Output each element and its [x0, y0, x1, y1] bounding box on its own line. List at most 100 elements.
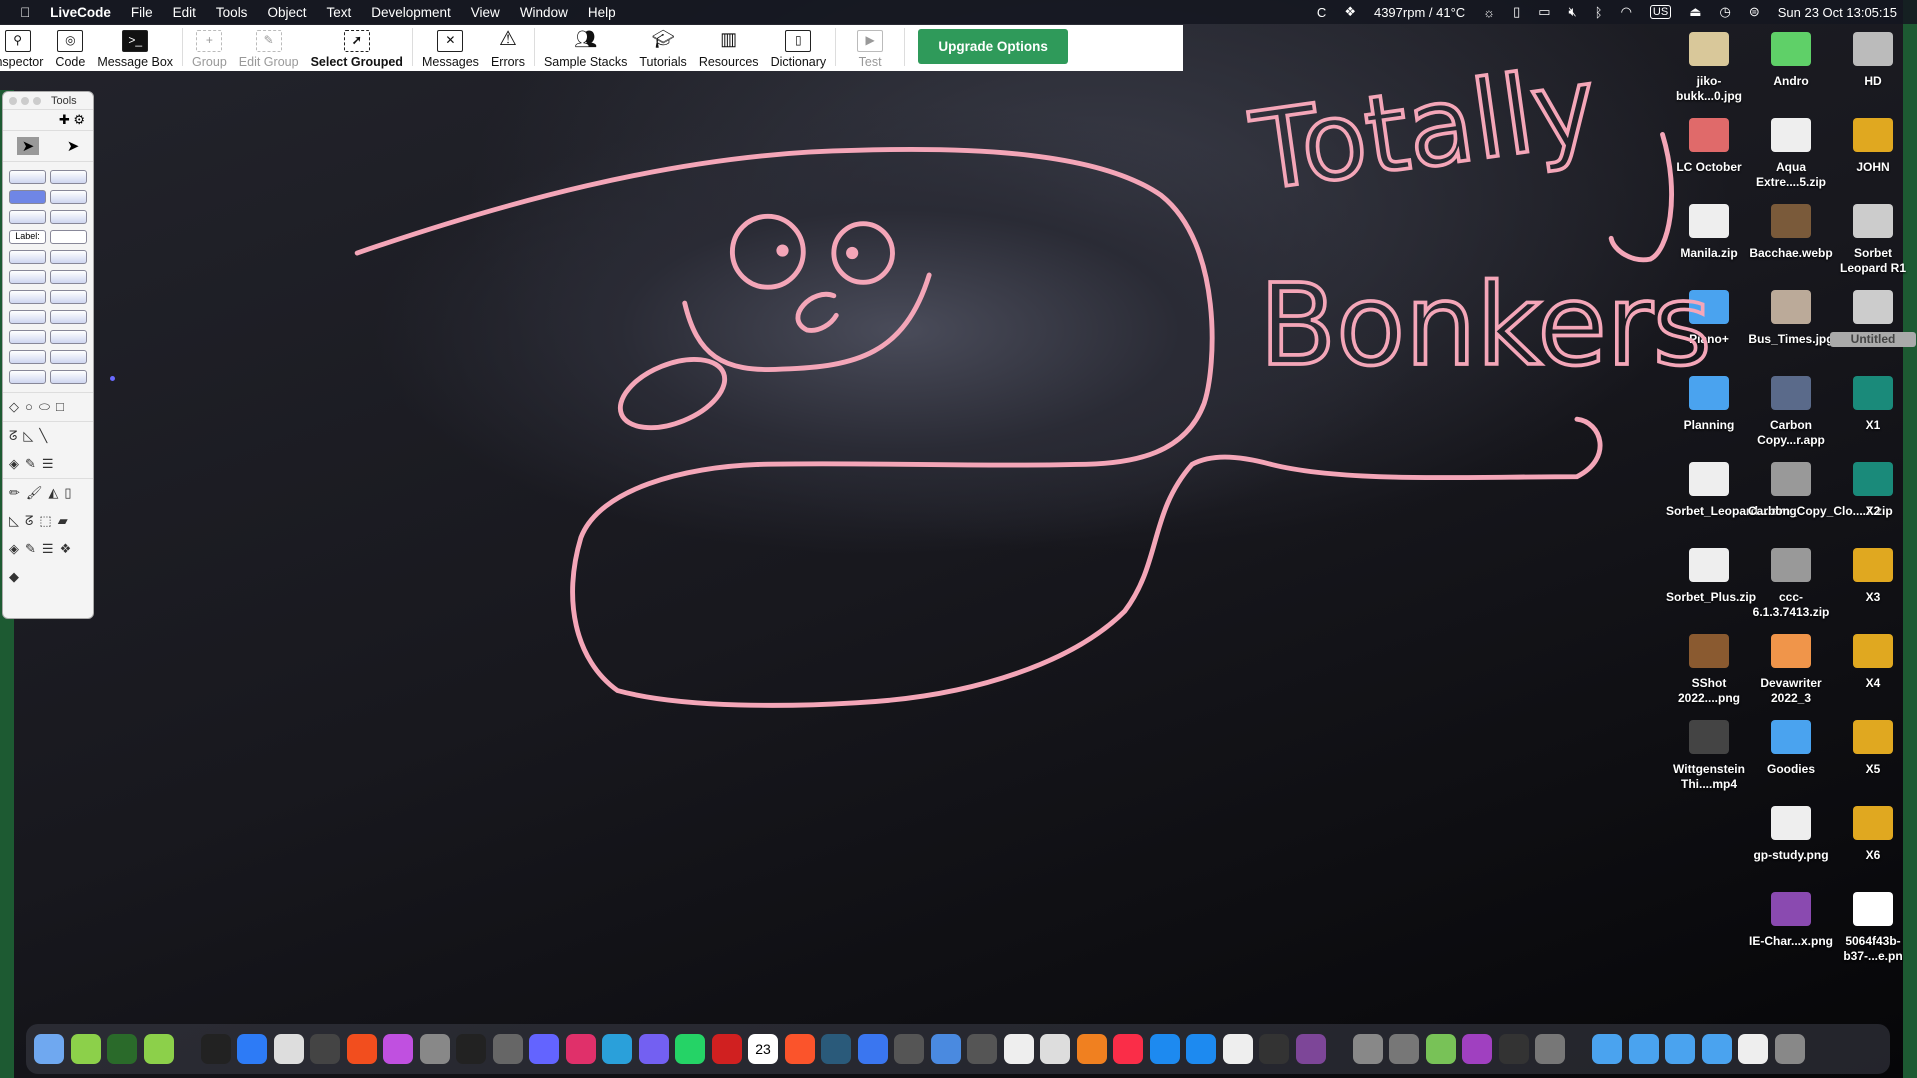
dock-mastodon-icon[interactable] — [529, 1034, 559, 1064]
desktop-icon[interactable]: Andro — [1748, 32, 1834, 89]
display-icon[interactable]: ▭ — [1538, 4, 1550, 20]
pulldown-tool[interactable] — [50, 290, 87, 304]
dock-calculator-icon[interactable] — [492, 1034, 523, 1064]
toolbar-sample-stacks[interactable]: 👥︎ Sample Stacks — [538, 25, 633, 70]
dock-slack-icon[interactable] — [565, 1034, 596, 1064]
dock-livecode-icon[interactable] — [107, 1034, 137, 1064]
pencil-icon[interactable]: ✏ — [9, 485, 20, 501]
brightness-icon[interactable]: ☼ — [1483, 5, 1495, 20]
dropper-icon[interactable]: ◆ — [9, 569, 19, 585]
clock[interactable]: Sun 23 Oct 13:05:15 — [1778, 5, 1897, 20]
menu-development[interactable]: Development — [361, 5, 461, 20]
dock-keyboard-icon[interactable] — [1259, 1034, 1289, 1064]
dock-viber-icon[interactable] — [638, 1034, 669, 1064]
desktop-icon[interactable]: gp-study.png — [1748, 806, 1834, 863]
menu-app[interactable]: LiveCode — [40, 5, 121, 20]
desktop-icon[interactable]: SShot 2022....png — [1666, 634, 1752, 706]
rectangle-button-tool[interactable] — [9, 210, 46, 224]
dock-vlc-icon[interactable] — [1076, 1034, 1107, 1064]
fan-readout[interactable]: 4397rpm / 41°C — [1374, 5, 1465, 20]
dock-whatsapp-icon[interactable] — [675, 1034, 705, 1064]
pattern-icon[interactable]: ❖ — [60, 541, 72, 557]
diamond-tool-icon[interactable]: ◇ — [9, 399, 19, 415]
marquee-icon[interactable]: ⬚ — [39, 513, 51, 529]
image-tool[interactable] — [9, 370, 46, 384]
desktop-icon[interactable]: Sorbet_Leopard....dmg — [1666, 462, 1797, 519]
player-tool[interactable] — [50, 370, 87, 384]
desktop-icon[interactable]: X5 — [1830, 720, 1916, 777]
menu-view[interactable]: View — [461, 5, 510, 20]
dock-preview-icon[interactable] — [1222, 1034, 1253, 1064]
time-machine-icon[interactable]: ◷ — [1719, 4, 1730, 20]
dock-vectorworks-icon[interactable] — [821, 1034, 851, 1064]
curve-tool-icon[interactable]: ᘔ — [9, 428, 17, 444]
wifi-icon[interactable]: ◠ — [1621, 4, 1632, 20]
desktop-icon[interactable]: JOHN — [1830, 118, 1916, 175]
dock-pdf-icon[interactable] — [711, 1034, 742, 1064]
toolbar-edit-group[interactable]: ✎ Edit Group — [233, 25, 305, 69]
table-field-tool[interactable] — [50, 250, 87, 264]
toolbar-message-box[interactable]: >_ Message Box — [91, 25, 179, 69]
desktop-icon[interactable]: Goodies — [1748, 720, 1834, 777]
round-rect-tool-icon[interactable]: ⬭ — [39, 399, 50, 415]
progress-bar-tool[interactable] — [9, 330, 46, 344]
desktop-icon[interactable]: 5064f43b-b37-...e.pn — [1830, 892, 1916, 964]
desktop-icon[interactable]: Wittgenstein Thi....mp4 — [1666, 720, 1752, 792]
bucket-icon[interactable]: ◭ — [48, 485, 58, 501]
menu-help[interactable]: Help — [578, 5, 626, 20]
tools-titlebar[interactable]: Tools — [3, 92, 93, 110]
desktop-icon[interactable]: X4 — [1830, 634, 1916, 691]
polygon-tool-icon[interactable]: ◺ — [23, 428, 33, 444]
desktop-icon[interactable]: Piano+ — [1666, 290, 1752, 347]
dock-zoom-icon[interactable] — [237, 1034, 267, 1064]
eject-icon[interactable]: ⏏ — [1689, 4, 1701, 20]
dock-carbon-icon[interactable] — [1535, 1034, 1565, 1064]
pencil-icon[interactable]: ✎ — [25, 456, 36, 472]
default-button-tool[interactable] — [9, 190, 46, 204]
dock-fontforge-icon[interactable] — [273, 1034, 304, 1064]
toolbar-test[interactable]: ▶ Test — [839, 25, 901, 69]
tab-tool[interactable] — [50, 210, 87, 224]
scrollbar-tool[interactable] — [9, 350, 46, 364]
lasso-icon[interactable]: ◺ — [9, 513, 19, 529]
button-tool[interactable] — [9, 170, 46, 184]
zoom-button[interactable] — [33, 96, 41, 105]
desktop-icon[interactable]: Planning — [1666, 376, 1752, 433]
desktop-icon[interactable]: X6 — [1830, 806, 1916, 863]
line-tool-icon[interactable]: ╲ — [39, 428, 47, 444]
dock-android-icon[interactable] — [1425, 1034, 1456, 1064]
toolbar-resources[interactable]: ▥ Resources — [693, 25, 765, 70]
keyboard-input-badge[interactable]: US — [1649, 5, 1672, 19]
dock-telegram-icon[interactable] — [602, 1034, 632, 1064]
slider-tool[interactable] — [50, 330, 87, 344]
field-tool[interactable] — [50, 230, 87, 244]
oval-tool-icon[interactable]: ○ — [25, 399, 33, 415]
combo-box-tool[interactable] — [9, 310, 46, 324]
carbon-copy-icon[interactable]: C — [1317, 5, 1326, 20]
add-icon[interactable]: ✚ — [59, 112, 70, 127]
desktop-icon[interactable]: Manila.zip — [1666, 204, 1752, 261]
toolbar-dictionary[interactable]: ▯ Dictionary — [765, 25, 833, 69]
toolbar-errors[interactable]: ⚠ Errors — [485, 25, 531, 69]
radio-tool[interactable] — [50, 190, 87, 204]
dock-figma-icon[interactable] — [310, 1034, 340, 1064]
desktop-icon[interactable]: HD — [1830, 32, 1916, 89]
desktop-icon[interactable]: jiko-bukk...0.jpg — [1666, 32, 1752, 104]
curve-icon[interactable]: ᘔ — [25, 513, 33, 529]
close-button[interactable] — [9, 96, 17, 105]
gear-icon[interactable]: ⚙ — [73, 112, 85, 127]
desktop-icon[interactable]: Devawriter 2022_3 — [1748, 634, 1834, 706]
desktop-icon[interactable]: X2 — [1830, 462, 1916, 519]
mute-icon[interactable]: 🔇︎ — [1569, 4, 1577, 20]
dock-folder-icon[interactable] — [1665, 1034, 1695, 1064]
menu-edit[interactable]: Edit — [163, 5, 206, 20]
desktop-icon[interactable]: X3 — [1830, 548, 1916, 605]
dock-folder-icon[interactable] — [1628, 1034, 1659, 1064]
dock-terminal-icon[interactable] — [200, 1034, 231, 1064]
fill-icon[interactable]: ◈ — [9, 456, 19, 472]
dock-livecode-icon[interactable] — [70, 1034, 101, 1064]
toolbar-inspector[interactable]: ⚲ Inspector — [0, 25, 49, 69]
desktop-icon[interactable]: Bacchae.webp — [1748, 204, 1834, 261]
browse-tool-icon[interactable]: ➤ — [16, 137, 40, 155]
dock-disk-icon[interactable] — [1389, 1034, 1419, 1064]
